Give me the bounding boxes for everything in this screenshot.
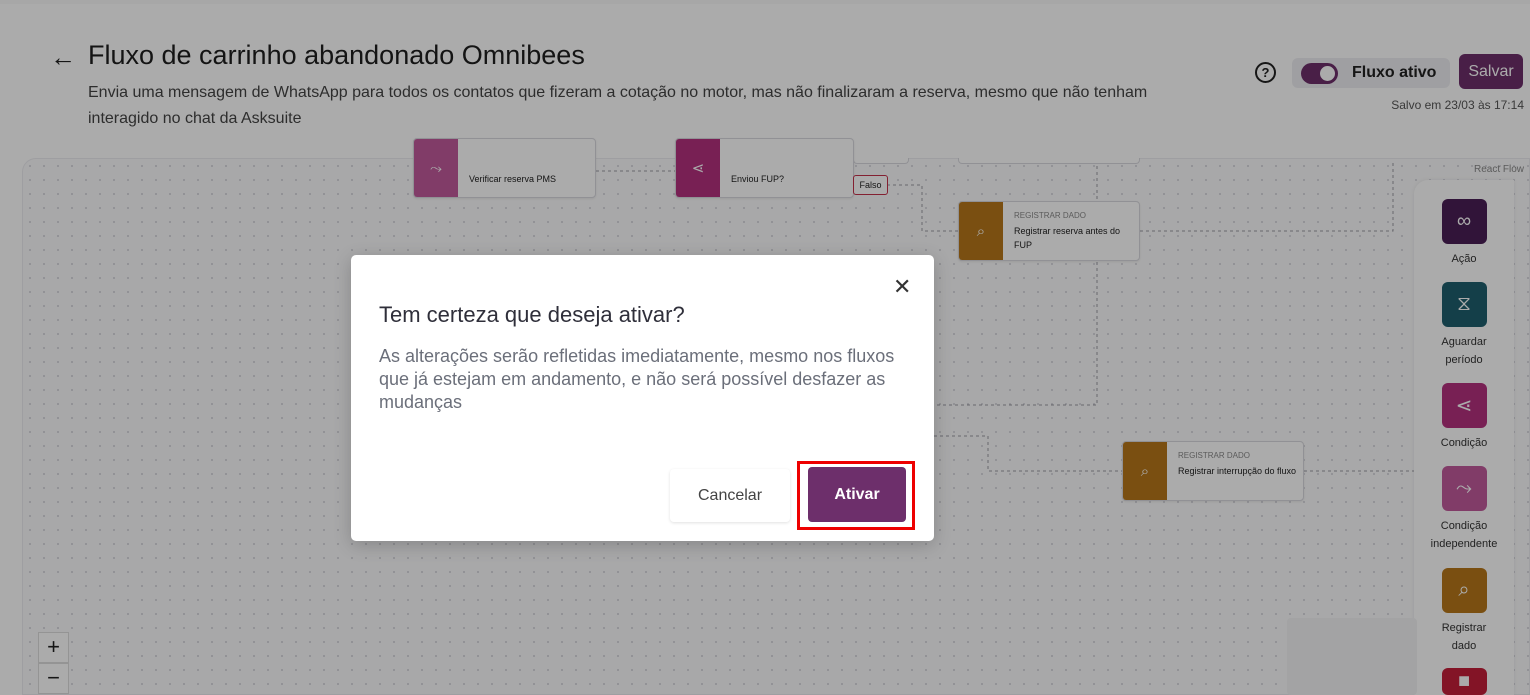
confirm-activate-dialog: ✕ Tem certeza que deseja ativar? As alte… (351, 255, 934, 541)
cancel-button[interactable]: Cancelar (670, 469, 790, 522)
close-icon[interactable]: ✕ (893, 276, 911, 298)
dialog-body: As alterações serão refletidas imediatam… (379, 346, 895, 412)
dialog-title: Tem certeza que deseja ativar? (379, 302, 685, 327)
activate-button[interactable]: Ativar (808, 467, 906, 522)
